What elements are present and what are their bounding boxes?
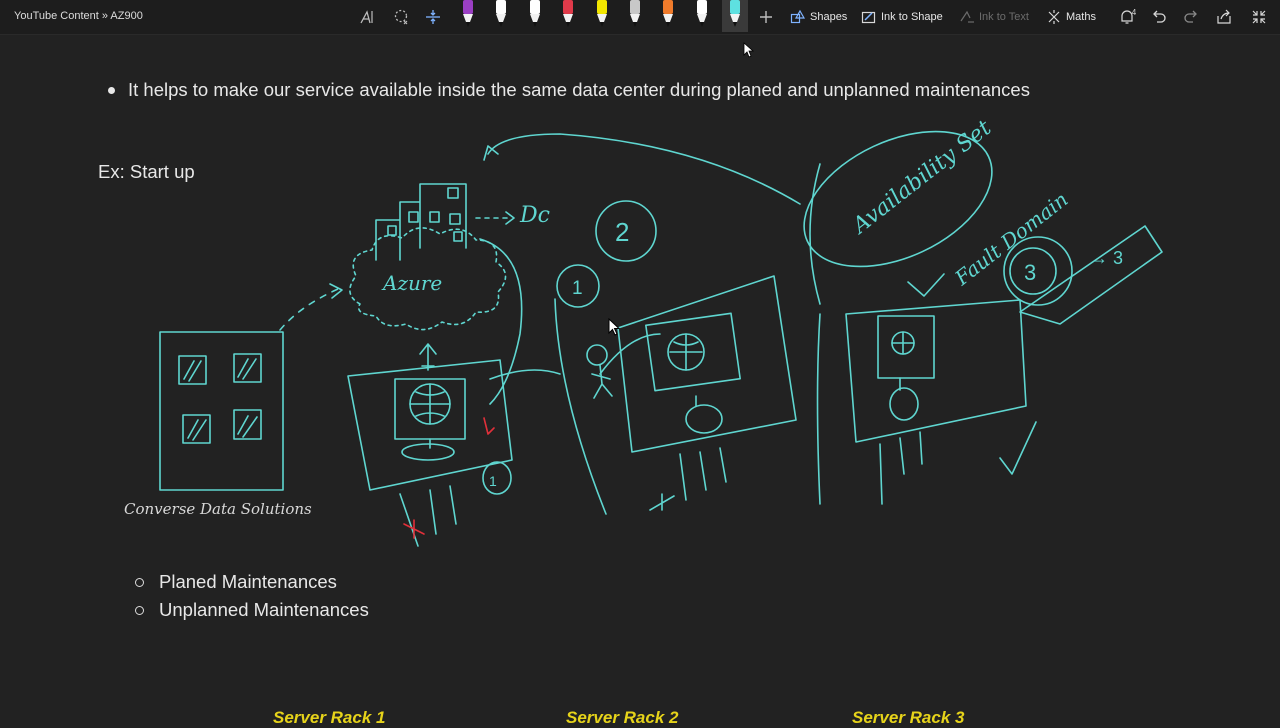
notification-count: 4 bbox=[1131, 7, 1137, 17]
server-rack-3-drawing bbox=[816, 299, 1037, 505]
maths-label: Maths bbox=[1066, 11, 1096, 23]
ink-drawing: Azure Dc 1 1 2 Availability Set Fault Do… bbox=[159, 115, 1163, 547]
pen-gray-icon[interactable] bbox=[622, 0, 648, 32]
highlighter-yellow-icon[interactable] bbox=[589, 0, 615, 32]
mouse-cursor-icon bbox=[608, 318, 621, 336]
pen-multi-icon[interactable] bbox=[655, 0, 681, 32]
share-icon[interactable] bbox=[1213, 6, 1235, 28]
dc-annotation: Dc bbox=[519, 203, 550, 228]
redo-icon[interactable] bbox=[1180, 6, 1202, 28]
pen-purple-icon[interactable] bbox=[455, 0, 481, 32]
datacenter-buildings-drawing: Dc bbox=[375, 183, 550, 261]
domain-1-annotation: 1 bbox=[572, 278, 583, 299]
mouse-cursor-icon bbox=[743, 42, 755, 58]
add-pen-icon[interactable] bbox=[756, 6, 776, 28]
domain-3-annotation: 3 bbox=[1024, 260, 1036, 285]
add-space-icon[interactable] bbox=[422, 6, 444, 28]
fullscreen-exit-icon[interactable] bbox=[1248, 6, 1270, 28]
note-canvas[interactable]: It helps to make our service available i… bbox=[0, 34, 1280, 727]
pen-cyan-icon[interactable] bbox=[722, 0, 749, 32]
ink-to-text-button[interactable]: Ink to Text bbox=[959, 7, 1029, 27]
undo-icon[interactable] bbox=[1148, 6, 1170, 28]
shapes-icon bbox=[790, 9, 806, 24]
server-rack-1-drawing: 1 bbox=[347, 359, 513, 547]
breadcrumb: YouTube Content » AZ900 bbox=[14, 10, 143, 22]
ink-to-shape-button[interactable]: Ink to Shape bbox=[861, 7, 943, 27]
pen-white-2-icon[interactable] bbox=[522, 0, 548, 32]
rack1-number-annotation: 1 bbox=[489, 473, 497, 489]
azure-annotation: Azure bbox=[381, 271, 442, 295]
maths-icon bbox=[1048, 10, 1060, 24]
availability-set-annotation: Availability Set bbox=[847, 115, 997, 240]
arrow-3-annotation: → 3 bbox=[1090, 248, 1123, 268]
ink-to-shape-icon bbox=[861, 11, 876, 24]
pen-white-3-icon[interactable] bbox=[689, 0, 715, 32]
ink-to-shape-label: Ink to Shape bbox=[881, 11, 943, 23]
azure-cloud-drawing: Azure bbox=[349, 227, 507, 331]
server-rack-2-drawing bbox=[489, 275, 797, 515]
company-servers-drawing bbox=[159, 331, 284, 491]
maths-button[interactable]: Maths bbox=[1046, 7, 1096, 27]
ink-to-text-label: Ink to Text bbox=[979, 11, 1029, 23]
ribbon-toolbar: YouTube Content » AZ900 Shapes Ink to Sh… bbox=[0, 0, 1280, 35]
notifications-icon[interactable]: 4 bbox=[1116, 6, 1138, 28]
domain-2-annotation: 2 bbox=[615, 217, 629, 247]
ink-to-text-icon bbox=[960, 10, 974, 23]
lasso-select-icon[interactable] bbox=[390, 6, 412, 28]
update-domain-circles-drawing: 1 2 bbox=[556, 200, 657, 308]
shapes-button[interactable]: Shapes bbox=[790, 7, 847, 27]
type-select-icon[interactable] bbox=[356, 6, 378, 28]
shapes-label: Shapes bbox=[810, 11, 848, 23]
pen-red-icon[interactable] bbox=[555, 0, 581, 32]
pen-white-1-icon[interactable] bbox=[488, 0, 514, 32]
